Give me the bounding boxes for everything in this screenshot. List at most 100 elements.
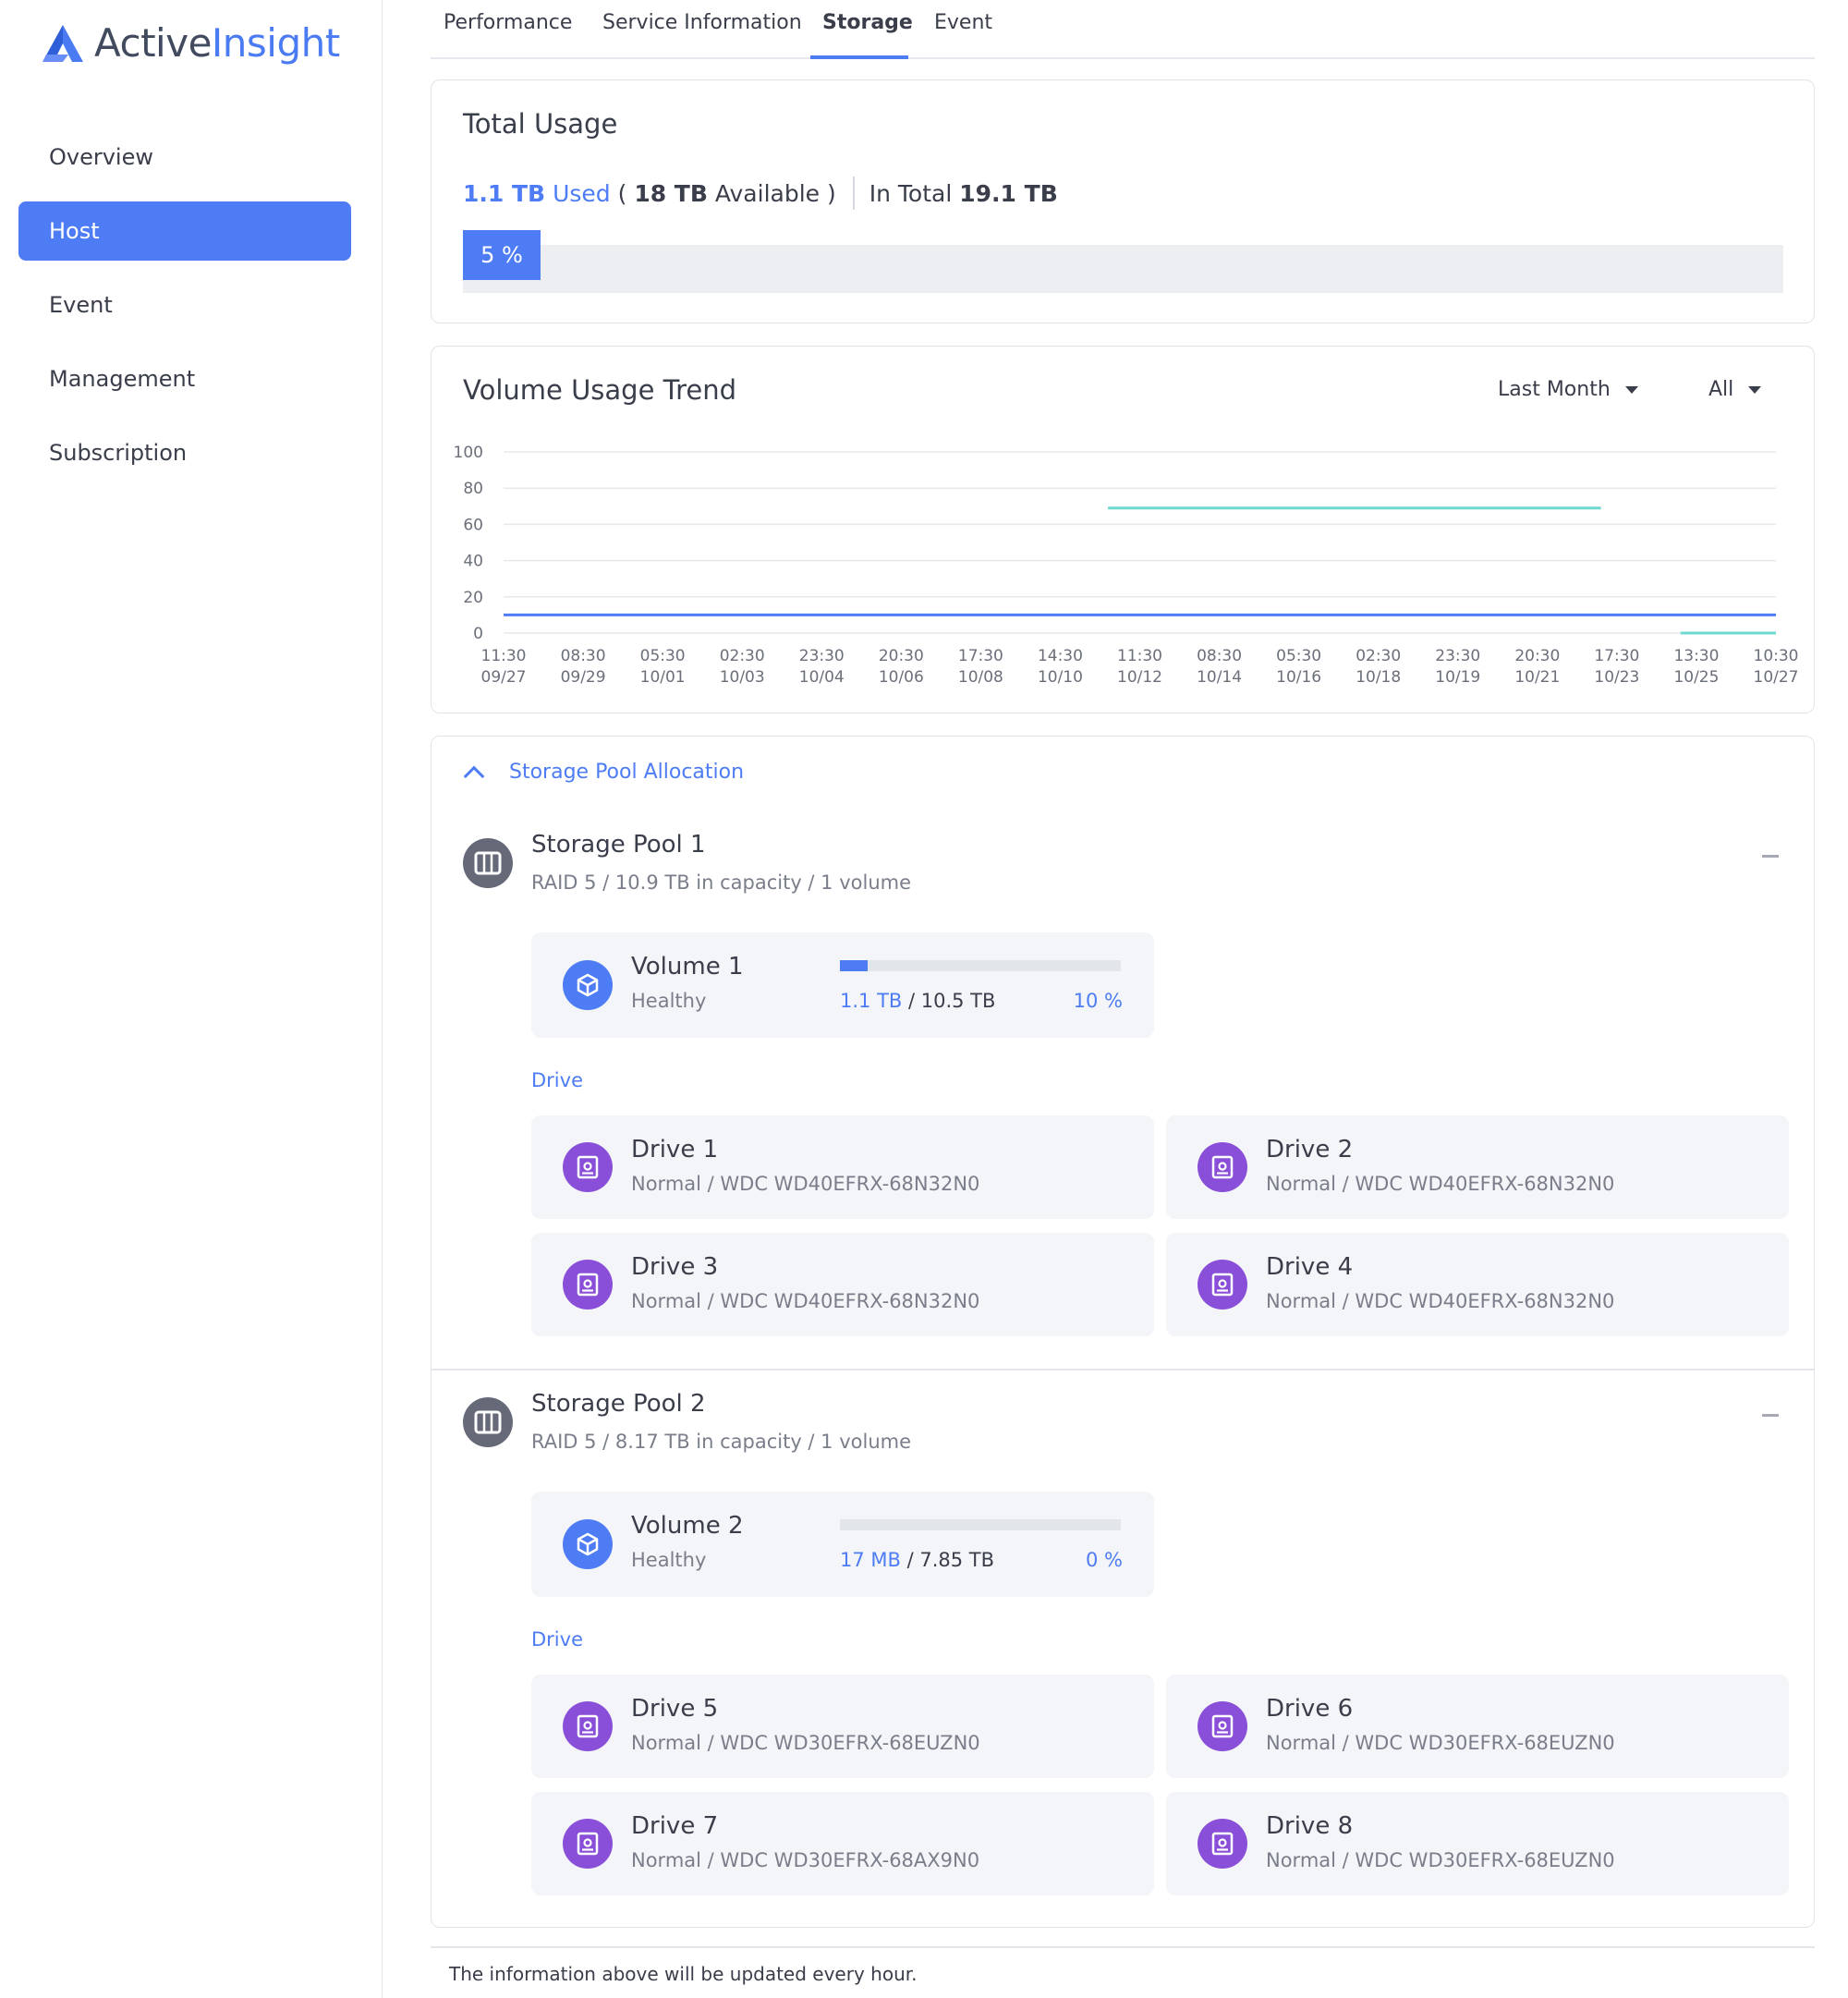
x-tick-label: 23:30 xyxy=(1435,647,1480,665)
drive-name: Drive 6 xyxy=(1266,1695,1354,1723)
drive-card[interactable]: Drive 1 Normal / WDC WD40EFRX-68N32N0 xyxy=(531,1115,1154,1219)
drive-info: Normal / WDC WD40EFRX-68N32N0 xyxy=(631,1290,980,1312)
cube-icon xyxy=(563,960,613,1010)
drive-name: Drive 5 xyxy=(631,1695,719,1723)
drive-info: Normal / WDC WD30EFRX-68AX9N0 xyxy=(631,1849,980,1871)
volume-name: Volume 1 xyxy=(631,953,744,981)
sidebar-item-label: Host xyxy=(49,218,100,244)
sidebar-item-management[interactable]: Management xyxy=(18,349,351,408)
x-tick-label: 13:30 xyxy=(1673,647,1719,665)
x-tick-label: 17:30 xyxy=(958,647,1003,665)
storage-pool-allocation-toggle[interactable]: Storage Pool Allocation xyxy=(463,761,745,786)
cube-icon xyxy=(563,1519,613,1569)
volume-card[interactable]: Volume 1 Healthy 1.1 TB / 10.5 TB 10 % xyxy=(531,932,1154,1038)
volume-usage-bar-fill xyxy=(840,960,869,971)
x-tick-label: 10/16 xyxy=(1276,668,1321,687)
x-tick-label: 10/25 xyxy=(1673,668,1719,687)
x-tick-label: 10/27 xyxy=(1754,668,1799,687)
volume-status: Healthy xyxy=(631,990,707,1012)
storage-pool-icon xyxy=(463,1397,513,1447)
y-tick-label: 20 xyxy=(463,589,483,607)
drive-card[interactable]: Drive 6 Normal / WDC WD30EFRX-68EUZN0 xyxy=(1166,1675,1789,1778)
volume-capacity: 1.1 TB / 10.5 TB xyxy=(840,990,995,1012)
x-tick-label: 14:30 xyxy=(1038,647,1083,665)
main-content: Performance Service Information Storage … xyxy=(431,0,1815,1985)
logo-text-part2: Insight xyxy=(211,20,340,66)
sidebar-item-label: Overview xyxy=(49,144,153,170)
collapse-pool-button[interactable] xyxy=(1762,855,1779,858)
storage-pool-allocation-label: Storage Pool Allocation xyxy=(509,761,745,784)
sidebar-item-overview[interactable]: Overview xyxy=(18,128,351,187)
total-usage-title: Total Usage xyxy=(463,108,618,140)
x-tick-label: 20:30 xyxy=(879,647,924,665)
y-tick-label: 40 xyxy=(463,553,483,571)
sidebar-item-host[interactable]: Host xyxy=(18,201,351,261)
tab-storage[interactable]: Storage xyxy=(822,11,913,34)
logo-text: ActiveInsight xyxy=(94,20,340,66)
sidebar-item-label: Subscription xyxy=(49,440,188,466)
drive-card[interactable]: Drive 7 Normal / WDC WD30EFRX-68AX9N0 xyxy=(531,1792,1154,1895)
tab-service-information[interactable]: Service Information xyxy=(602,11,802,34)
tab-event[interactable]: Event xyxy=(934,11,992,34)
drive-card[interactable]: Drive 3 Normal / WDC WD40EFRX-68N32N0 xyxy=(531,1233,1154,1336)
hard-drive-icon xyxy=(563,1819,613,1869)
activeinsight-logo-icon xyxy=(43,24,83,62)
used-value: 1.1 TB xyxy=(463,179,546,207)
volume-card[interactable]: Volume 2 Healthy 17 MB / 7.85 TB 0 % xyxy=(531,1492,1154,1597)
logo-text-part1: Active xyxy=(94,20,212,66)
y-tick-label: 60 xyxy=(463,516,483,534)
volume-name: Volume 2 xyxy=(631,1512,744,1540)
drive-name: Drive 7 xyxy=(631,1812,719,1840)
hard-drive-icon xyxy=(1198,1819,1247,1869)
chevron-up-icon xyxy=(463,765,485,786)
x-tick-label: 20:30 xyxy=(1514,647,1560,665)
drive-info: Normal / WDC WD40EFRX-68N32N0 xyxy=(1266,1290,1615,1312)
x-tick-label: 10/01 xyxy=(640,668,686,687)
storage-pool-subtitle: RAID 5 / 10.9 TB in capacity / 1 volume xyxy=(531,871,912,894)
x-tick-label: 10/10 xyxy=(1038,668,1083,687)
volume-usage-bar xyxy=(840,960,1121,971)
x-tick-label: 09/27 xyxy=(481,668,527,687)
x-tick-label: 10/19 xyxy=(1435,668,1480,687)
volume-usage-trend-card: Volume Usage Trend Last Month All 100 80 6… xyxy=(431,346,1815,713)
x-tick-label: 10/03 xyxy=(720,668,765,687)
x-tick-label: 10/21 xyxy=(1514,668,1560,687)
drive-card[interactable]: Drive 4 Normal / WDC WD40EFRX-68N32N0 xyxy=(1166,1233,1789,1336)
collapse-pool-button[interactable] xyxy=(1762,1414,1779,1417)
x-tick-label: 05:30 xyxy=(640,647,686,665)
sidebar-item-subscription[interactable]: Subscription xyxy=(18,423,351,482)
hard-drive-icon xyxy=(563,1701,613,1751)
drive-card[interactable]: Drive 2 Normal / WDC WD40EFRX-68N32N0 xyxy=(1166,1115,1789,1219)
logo[interactable]: ActiveInsight xyxy=(41,20,340,66)
x-tick-label: 10/14 xyxy=(1197,668,1242,687)
x-tick-label: 08:30 xyxy=(1197,647,1242,665)
drive-section-label: Drive xyxy=(531,1069,583,1091)
volume-used: 17 MB xyxy=(840,1549,901,1571)
hard-drive-icon xyxy=(563,1260,613,1310)
sidebar-item-event[interactable]: Event xyxy=(18,275,351,335)
drive-card[interactable]: Drive 8 Normal / WDC WD30EFRX-68EUZN0 xyxy=(1166,1792,1789,1895)
drive-info: Normal / WDC WD30EFRX-68EUZN0 xyxy=(1266,1732,1615,1754)
active-tab-indicator xyxy=(810,55,908,59)
tab-performance[interactable]: Performance xyxy=(444,11,572,34)
x-tick-label: 02:30 xyxy=(720,647,765,665)
x-tick-label: 23:30 xyxy=(799,647,845,665)
volume-status: Healthy xyxy=(631,1549,707,1571)
usage-summary: 1.1 TB Used ( 18 TB Available ) In Total… xyxy=(463,177,1058,210)
x-tick-label: 05:30 xyxy=(1276,647,1321,665)
used-label: Used xyxy=(553,179,611,207)
drive-name: Drive 3 xyxy=(631,1253,719,1281)
x-tick-label: 11:30 xyxy=(481,647,527,665)
x-tick-label: 11:30 xyxy=(1117,647,1162,665)
x-tick-label: 10/12 xyxy=(1117,668,1162,687)
x-tick-label: 10/23 xyxy=(1594,668,1639,687)
total-usage-bar: 5 % xyxy=(463,230,1783,293)
drive-info: Normal / WDC WD30EFRX-68EUZN0 xyxy=(1266,1849,1615,1871)
storage-pool-allocation-card: Storage Pool Allocation Storage Pool 1 R… xyxy=(431,736,1815,1928)
drive-section-label: Drive xyxy=(531,1628,583,1651)
hard-drive-icon xyxy=(1198,1260,1247,1310)
volume-percent: 10 % xyxy=(1073,990,1123,1012)
drive-card[interactable]: Drive 5 Normal / WDC WD30EFRX-68EUZN0 xyxy=(531,1675,1154,1778)
volume-usage-chart: 100 80 60 40 20 0 11:30 09/27 08:30 09/29 05:30 10/… xyxy=(454,444,1799,687)
x-tick-label: 10/04 xyxy=(799,668,845,687)
